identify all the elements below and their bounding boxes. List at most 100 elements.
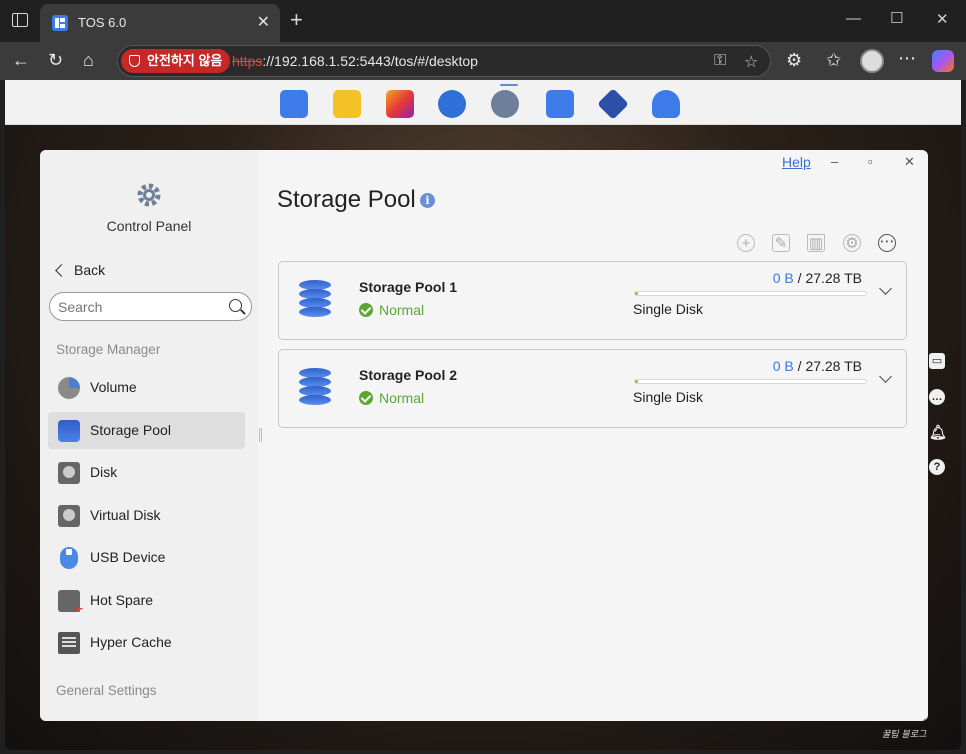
- storage-pool-card[interactable]: Storage Pool 1 Normal 0 B / 27.28 TB Sin…: [278, 261, 907, 340]
- control-panel-app-icon[interactable]: [491, 90, 519, 118]
- support-app-icon[interactable]: [652, 90, 680, 118]
- favorite-star-icon[interactable]: ☆: [744, 52, 758, 72]
- sidebar-toggle-icon[interactable]: [12, 13, 28, 27]
- check-circle-icon: [359, 391, 373, 405]
- favorites-icon[interactable]: ✩: [826, 50, 841, 70]
- browser-nav-bar: ← ↻ ⌂ 안전하지 않음 https://192.168.1.52:5443/…: [0, 42, 966, 80]
- help-link[interactable]: Help: [782, 154, 811, 170]
- back-label: Back: [74, 262, 106, 278]
- search-box[interactable]: [49, 292, 252, 321]
- chat-icon[interactable]: …: [929, 389, 945, 405]
- storage-pool-icon: [299, 368, 331, 405]
- control-panel-sidebar: Control Panel Back Storage Manager Volum…: [40, 150, 258, 721]
- back-button[interactable]: Back: [54, 262, 105, 278]
- docker-app-icon[interactable]: [597, 88, 629, 120]
- bell-icon[interactable]: 🔔︎: [929, 424, 947, 440]
- section-general-settings: General Settings: [56, 683, 157, 698]
- key-icon[interactable]: ⚿: [714, 52, 726, 70]
- new-tab-icon[interactable]: +: [290, 9, 303, 31]
- dashboard-app-icon[interactable]: [280, 90, 308, 118]
- tos-favicon-icon: [52, 15, 68, 31]
- pool-capacity: 0 B / 27.28 TB: [772, 270, 862, 286]
- security-warning-badge[interactable]: 안전하지 않음: [121, 49, 231, 73]
- sidebar-item-label: Hyper Cache: [90, 634, 172, 650]
- url-path: ://192.168.1.52:5443/tos/#/desktop: [262, 53, 478, 69]
- edit-pool-icon[interactable]: ✎: [772, 234, 790, 252]
- backup-app-icon[interactable]: [438, 90, 466, 118]
- disk-icon: [58, 462, 80, 484]
- pool-settings-gear-icon[interactable]: ⚙: [843, 234, 861, 252]
- sidebar-item-label: Volume: [90, 379, 137, 395]
- sidebar-item-hot-spare[interactable]: Hot Spare: [48, 582, 245, 619]
- extensions-icon[interactable]: ⚙: [786, 50, 802, 70]
- sidebar-resize-handle[interactable]: [259, 428, 262, 442]
- more-options-icon[interactable]: ⋯: [878, 234, 896, 252]
- back-arrow-icon[interactable]: ←: [12, 50, 30, 70]
- control-panel-window: Control Panel Back Storage Manager Volum…: [40, 150, 928, 721]
- shield-icon: [129, 55, 140, 67]
- copilot-icon[interactable]: [932, 50, 954, 72]
- sidebar-item-disk[interactable]: Disk: [48, 454, 245, 491]
- tos-dock: [5, 80, 961, 125]
- info-icon[interactable]: i: [420, 193, 435, 208]
- minimize-window-icon[interactable]: —: [846, 10, 861, 27]
- chevron-down-icon[interactable]: [879, 370, 892, 383]
- sidebar-item-storage-pool[interactable]: Storage Pool: [48, 412, 245, 449]
- sidebar-item-label: Disk: [90, 464, 118, 480]
- search-input[interactable]: [58, 297, 218, 317]
- sidebar-item-volume[interactable]: Volume: [48, 369, 245, 406]
- file-manager-app-icon[interactable]: [333, 90, 361, 118]
- storage-pool-card[interactable]: Storage Pool 2 Normal 0 B / 27.28 TB Sin…: [278, 349, 907, 428]
- sidebar-item-virtual-disk[interactable]: Virtual Disk: [48, 497, 245, 534]
- pool-status: Normal: [359, 302, 424, 318]
- watermark-text: 꿀팁 블로그: [882, 730, 927, 740]
- sidebar-item-label: USB Device: [90, 549, 166, 565]
- pool-used: 0 B: [772, 358, 794, 374]
- address-bar[interactable]: 안전하지 않음 https://192.168.1.52:5443/tos/#/…: [117, 45, 771, 77]
- pool-usage-bar: [634, 291, 867, 296]
- app-center-icon[interactable]: [386, 90, 414, 118]
- profile-avatar[interactable]: [860, 49, 884, 73]
- sidebar-item-label: Virtual Disk: [90, 507, 161, 523]
- more-menu-icon[interactable]: ⋯: [898, 48, 916, 68]
- pool-total: 27.28 TB: [805, 270, 862, 286]
- volume-pie-icon: [58, 377, 80, 399]
- monitor-icon[interactable]: ▭: [929, 353, 945, 369]
- pool-usage-bar: [634, 379, 867, 384]
- security-label: 안전하지 않음: [147, 53, 223, 68]
- tab-close-icon[interactable]: ✕: [257, 12, 270, 32]
- app-close-icon[interactable]: ✕: [904, 154, 915, 170]
- help-question-icon[interactable]: ?: [929, 459, 945, 475]
- pool-total: 27.28 TB: [805, 358, 862, 374]
- close-window-icon[interactable]: ✕: [936, 10, 949, 28]
- storage-pool-icon: [299, 280, 331, 317]
- sidebar-item-label: Hot Spare: [90, 592, 154, 608]
- tos-desktop: Control Panel Back Storage Manager Volum…: [5, 80, 961, 750]
- browser-tab-bar: TOS 6.0 ✕ + — ☐ ✕: [0, 0, 966, 42]
- search-icon[interactable]: [229, 299, 242, 312]
- app-minimize-icon[interactable]: –: [831, 154, 838, 169]
- section-storage-manager: Storage Manager: [56, 342, 161, 357]
- sidebar-item-hyper-cache[interactable]: Hyper Cache: [48, 624, 245, 661]
- window-resize-grip[interactable]: [914, 707, 926, 719]
- sidebar-item-usb-device[interactable]: USB Device: [48, 539, 245, 576]
- reload-icon[interactable]: ↻: [48, 50, 63, 70]
- app-maximize-icon[interactable]: ▫: [868, 154, 873, 169]
- hyper-cache-icon: [58, 632, 80, 654]
- pool-type: Single Disk: [633, 389, 704, 405]
- tab-title: TOS 6.0: [78, 15, 127, 30]
- gear-icon: [137, 183, 161, 207]
- chevron-down-icon[interactable]: [879, 282, 892, 295]
- app-store-icon[interactable]: [546, 90, 574, 118]
- maximize-window-icon[interactable]: ☐: [890, 9, 903, 27]
- home-icon[interactable]: ⌂: [83, 50, 94, 70]
- url-text[interactable]: https://192.168.1.52:5443/tos/#/desktop: [232, 53, 478, 69]
- control-panel-title: Control Panel: [106, 218, 192, 234]
- check-circle-icon: [359, 303, 373, 317]
- add-pool-icon[interactable]: +: [737, 234, 755, 252]
- pool-name: Storage Pool 1: [359, 279, 458, 295]
- url-scheme: https: [232, 53, 263, 69]
- pool-used: 0 B: [772, 270, 794, 286]
- delete-pool-icon[interactable]: ▥: [807, 234, 825, 252]
- browser-tab[interactable]: TOS 6.0 ✕: [40, 4, 280, 42]
